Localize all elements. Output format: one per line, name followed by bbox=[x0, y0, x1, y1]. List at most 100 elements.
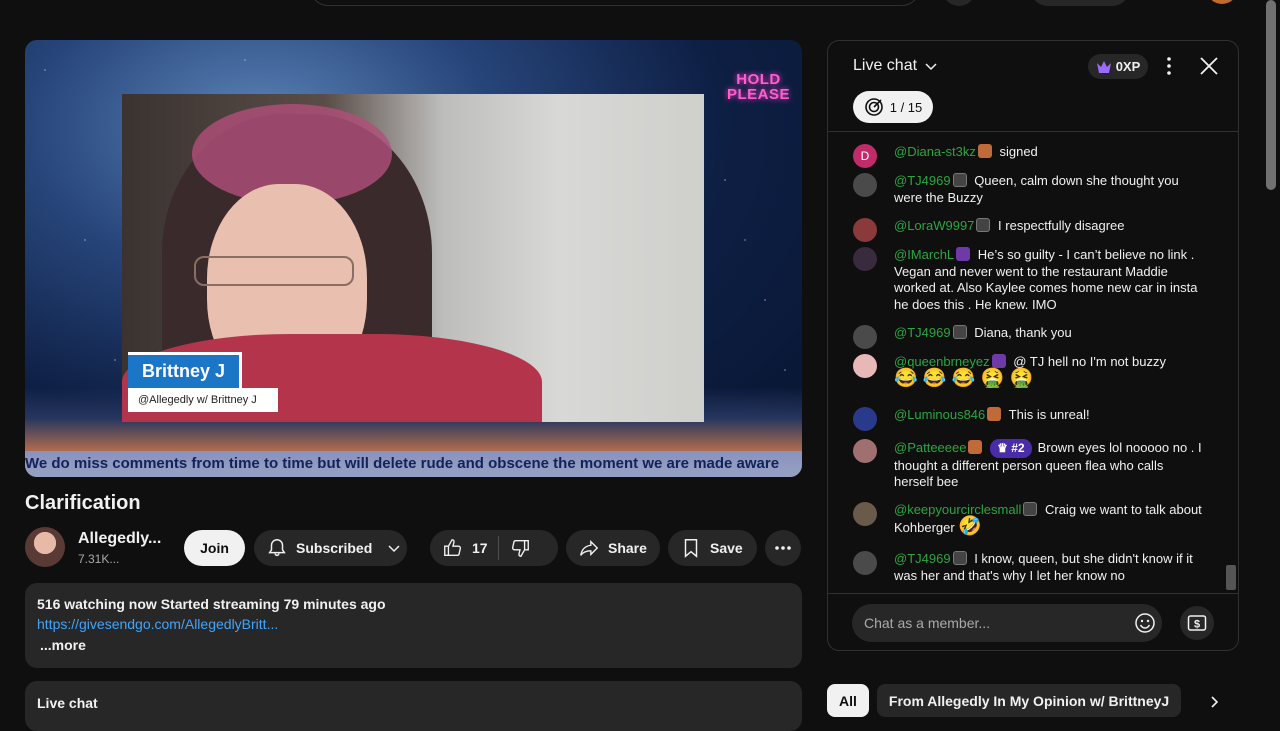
page-scrollbar[interactable] bbox=[1266, 0, 1276, 190]
like-divider bbox=[497, 536, 499, 560]
author-avatar[interactable] bbox=[853, 354, 877, 378]
subscriber-count: 7.31K... bbox=[78, 552, 120, 566]
goal-count: 1 / 15 bbox=[889, 99, 923, 115]
save-button[interactable]: Save bbox=[668, 530, 757, 566]
please-text: PLEASE bbox=[726, 86, 790, 103]
subscribed-label: Subscribed bbox=[296, 540, 373, 556]
voice-search-button[interactable] bbox=[942, 0, 976, 6]
account-avatar[interactable] bbox=[1206, 0, 1238, 4]
top-bar bbox=[0, 0, 1280, 8]
member-badge-icon bbox=[968, 440, 983, 454]
xp-badge[interactable]: 0XP bbox=[1088, 54, 1148, 79]
channel-avatar[interactable] bbox=[25, 527, 65, 567]
message-author[interactable]: @TJ4969 bbox=[894, 551, 951, 566]
create-button[interactable] bbox=[1030, 0, 1130, 6]
message-author[interactable]: @Diana-st3kz bbox=[894, 144, 976, 159]
description-box[interactable]: 516 watching now Started streaming 79 mi… bbox=[25, 583, 802, 668]
author-avatar[interactable] bbox=[853, 551, 877, 575]
chat-input-placeholder: Chat as a member... bbox=[864, 615, 991, 631]
author-avatar[interactable] bbox=[853, 325, 877, 349]
rank-value: #2 bbox=[1011, 441, 1025, 455]
chat-goal-chip[interactable]: 1 / 15 bbox=[853, 91, 933, 123]
message-author[interactable]: @Luminous846 bbox=[894, 407, 985, 422]
thumbs-up-icon bbox=[442, 537, 464, 559]
video-player[interactable]: HOLD PLEASE Brittney J @Allegedly w/ Bri… bbox=[25, 40, 802, 477]
message-body: @keepyourcirclesmall Craig we want to ta… bbox=[894, 502, 1204, 536]
message-text: I respectfully disagree bbox=[998, 218, 1125, 233]
share-icon bbox=[578, 537, 600, 559]
emoji-button[interactable] bbox=[1134, 612, 1156, 634]
live-chat-toggle[interactable]: Live chat bbox=[25, 681, 802, 731]
author-avatar[interactable] bbox=[853, 247, 877, 271]
member-badge-icon bbox=[1023, 502, 1038, 516]
target-icon bbox=[864, 97, 884, 117]
chevron-down-icon bbox=[386, 540, 402, 556]
message-body: @LoraW9997 I respectfully disagree bbox=[894, 218, 1204, 235]
presenter-name: Brittney J bbox=[128, 352, 243, 388]
smiley-icon bbox=[1134, 612, 1156, 634]
author-avatar[interactable] bbox=[853, 407, 877, 431]
stream-stats: 516 watching now Started streaming 79 mi… bbox=[37, 596, 386, 612]
share-button[interactable]: Share bbox=[566, 530, 660, 566]
message-author[interactable]: @queenbrneyez bbox=[894, 354, 990, 369]
news-ticker: We do miss comments from time to time bu… bbox=[25, 451, 802, 477]
member-badge-icon bbox=[952, 325, 967, 339]
join-button[interactable]: Join bbox=[184, 530, 245, 566]
member-badge-icon bbox=[952, 551, 967, 565]
presenter-glasses bbox=[194, 256, 354, 286]
super-chat-button[interactable]: $ bbox=[1180, 606, 1214, 640]
xp-value: 0XP bbox=[1115, 59, 1141, 74]
member-badge-icon bbox=[991, 354, 1006, 368]
dislike-button[interactable] bbox=[509, 537, 531, 559]
svg-text:$: $ bbox=[1194, 619, 1200, 631]
message-body: @TJ4969 I know, queen, but she didn't kn… bbox=[894, 551, 1204, 584]
hold-please-overlay: HOLD PLEASE bbox=[727, 72, 790, 102]
message-emojis: 🤣 bbox=[958, 515, 983, 537]
author-avatar[interactable]: D bbox=[853, 144, 877, 168]
message-author[interactable]: @TJ4969 bbox=[894, 173, 951, 188]
presenter-handle: @Allegedly w/ Brittney J bbox=[128, 388, 278, 412]
save-label: Save bbox=[710, 540, 743, 556]
chips-next-button[interactable] bbox=[1198, 688, 1230, 716]
message-author[interactable]: @TJ4969 bbox=[894, 325, 951, 340]
member-badge-icon bbox=[987, 407, 1002, 421]
chat-input-area: Chat as a member... $ bbox=[828, 593, 1238, 650]
subscribed-button[interactable]: Subscribed bbox=[254, 530, 407, 566]
search-box[interactable] bbox=[310, 0, 920, 6]
author-avatar[interactable] bbox=[853, 502, 877, 526]
show-more-link[interactable]: ...more bbox=[40, 637, 790, 653]
channel-name[interactable]: Allegedly... bbox=[78, 530, 161, 548]
chevron-down-icon bbox=[923, 58, 939, 74]
message-author[interactable]: @Patteeeee bbox=[894, 440, 966, 455]
chat-header: Live chat 0XP 1 / 15 bbox=[828, 41, 1238, 132]
chat-scrollbar[interactable] bbox=[1226, 565, 1236, 590]
chat-menu-button[interactable] bbox=[1161, 55, 1177, 77]
author-avatar[interactable] bbox=[853, 173, 877, 197]
thumbs-down-icon bbox=[509, 537, 531, 559]
chat-input[interactable]: Chat as a member... bbox=[852, 604, 1162, 642]
chevron-right-icon bbox=[1206, 694, 1222, 710]
chat-messages[interactable]: D @Diana-st3kz signed @TJ4969 Queen, cal… bbox=[828, 133, 1238, 593]
bell-icon bbox=[266, 537, 288, 559]
chat-mode-dropdown[interactable]: Live chat bbox=[853, 57, 939, 75]
author-avatar[interactable] bbox=[853, 218, 877, 242]
author-avatar[interactable] bbox=[853, 439, 877, 463]
message-author[interactable]: @LoraW9997 bbox=[894, 218, 974, 233]
crown-icon bbox=[1096, 60, 1112, 74]
close-chat-button[interactable] bbox=[1198, 55, 1220, 77]
live-chat-panel: Live chat 0XP 1 / 15 D @Diana-st3kz sign… bbox=[827, 40, 1239, 651]
message-author[interactable]: @IMarchL bbox=[894, 247, 954, 262]
like-button[interactable]: 17 bbox=[430, 537, 488, 559]
member-badge-icon bbox=[952, 173, 967, 187]
donation-link[interactable]: https://givesendgo.com/AllegedlyBritt... bbox=[37, 616, 790, 632]
like-dislike-bar: 17 bbox=[430, 530, 558, 566]
chip-all[interactable]: All bbox=[827, 684, 869, 717]
more-actions-button[interactable] bbox=[765, 530, 801, 566]
chip-from-channel[interactable]: From Allegedly In My Opinion w/ Brittney… bbox=[876, 684, 1182, 717]
crown-icon: ♛ bbox=[997, 441, 1008, 455]
message-body: @Luminous846 This is unreal! bbox=[894, 407, 1204, 424]
message-body: @TJ4969 Diana, thank you bbox=[894, 325, 1204, 342]
message-body: @queenbrneyez @ TJ hell no I'm not buzzy… bbox=[894, 354, 1204, 387]
like-count: 17 bbox=[472, 540, 488, 556]
member-badge-icon bbox=[956, 247, 971, 261]
